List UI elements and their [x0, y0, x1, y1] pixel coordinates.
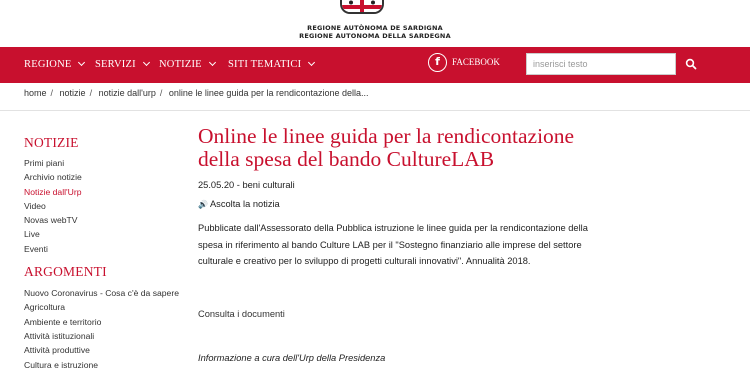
logo-text-sardinian: REGIONE AUTÒNOMA DE SARDIGNA	[307, 24, 443, 32]
sidebar-heading-argomenti: ARGOMENTI	[24, 264, 107, 280]
nav-item-notizie[interactable]: NOTIZIE	[159, 47, 216, 83]
sidebar-item-video[interactable]: Video	[24, 199, 184, 213]
nav-item-servizi[interactable]: SERVIZI	[95, 47, 150, 83]
breadcrumb-notizie-urp[interactable]: notizie dall'urp	[99, 88, 156, 98]
sidebar-item-cultura-istruzione[interactable]: Cultura e istruzione	[24, 358, 184, 370]
chevron-down-icon	[142, 58, 150, 67]
article-title: Online le linee guida per la rendicontaz…	[198, 124, 575, 171]
sidebar-item-coronavirus[interactable]: Nuovo Coronavirus - Cosa c'è da sapere	[24, 286, 184, 300]
documents-link[interactable]: Consulta i documenti	[198, 309, 285, 319]
chevron-down-icon	[78, 58, 86, 67]
sidebar-item-primi-piani[interactable]: Primi piani	[24, 156, 184, 170]
facebook-icon: f	[428, 53, 447, 72]
chevron-down-icon	[208, 58, 216, 67]
sidebar-item-attivita-produttive[interactable]: Attività produttive	[24, 343, 184, 357]
sidebar-item-attivita-istituzionali[interactable]: Attività istituzionali	[24, 329, 184, 343]
breadcrumb-home[interactable]: home	[24, 88, 47, 98]
facebook-label: FACEBOOK	[452, 57, 500, 67]
nav-label: REGIONE	[24, 59, 72, 70]
sidebar: NOTIZIE Primi piani Archivio notizie Not…	[24, 135, 184, 370]
nav-label: SERVIZI	[95, 59, 136, 70]
region-crest-icon[interactable]	[340, 0, 384, 14]
listen-label: Ascolta la notizia	[209, 199, 280, 209]
sidebar-item-agricoltura[interactable]: Agricoltura	[24, 300, 184, 314]
sidebar-item-archivio-notizie[interactable]: Archivio notizie	[24, 170, 184, 184]
search-icon	[685, 58, 697, 70]
breadcrumb: home / notizie / notizie dall'urp / online …	[24, 88, 369, 98]
nav-label: SITI TEMATICI	[228, 59, 302, 70]
chevron-down-icon	[308, 58, 316, 67]
search-button[interactable]	[676, 53, 706, 75]
sidebar-heading-notizie: NOTIZIE	[24, 135, 79, 150]
breadcrumb-divider	[0, 110, 750, 111]
sidebar-item-eventi[interactable]: Eventi	[24, 242, 184, 256]
nav-item-regione[interactable]: REGIONE	[24, 47, 86, 83]
search-input[interactable]	[526, 53, 676, 75]
sidebar-item-ambiente[interactable]: Ambiente e territorio	[24, 315, 184, 329]
nav-item-siti-tematici[interactable]: SITI TEMATICI	[228, 47, 316, 83]
article-body: Pubblicate dall'Assessorato della Pubbli…	[198, 223, 588, 266]
article-meta: 25.05.20 - beni culturali	[198, 180, 295, 190]
article-info-note: Informazione a cura dell'Urp della Presi…	[198, 353, 386, 363]
breadcrumb-notizie[interactable]: notizie	[60, 88, 86, 98]
sidebar-item-live[interactable]: Live	[24, 227, 184, 241]
site-header: REGIONE AUTÒNOMA DE SARDIGNA REGIONE AUT…	[0, 0, 750, 47]
sidebar-item-notizie-urp[interactable]: Notizie dall'Urp	[24, 185, 184, 199]
nav-label: NOTIZIE	[159, 59, 202, 70]
article: Online le linee guida per la rendicontaz…	[198, 125, 598, 270]
listen-button[interactable]: 🔊 Ascolta la notizia	[198, 199, 598, 209]
logo-text-italian: REGIONE AUTONOMA DELLA SARDEGNA	[299, 32, 451, 40]
breadcrumb-current: online le linee guida per la rendicontaz…	[168, 88, 369, 98]
speaker-icon: 🔊	[198, 200, 208, 209]
sidebar-item-novas-webtv[interactable]: Novas webTV	[24, 213, 184, 227]
